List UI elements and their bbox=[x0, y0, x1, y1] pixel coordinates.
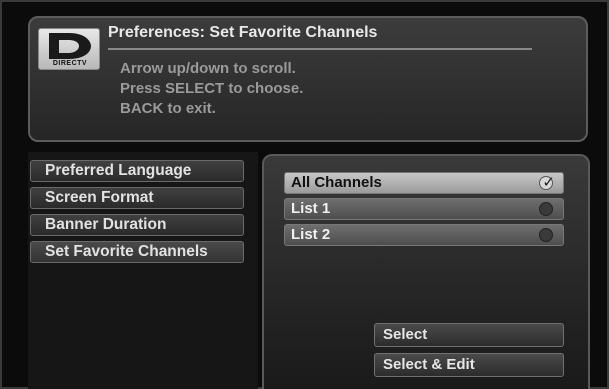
list-item-label: All Channels bbox=[291, 174, 382, 191]
list-item-list-2[interactable]: List 2 bbox=[284, 224, 564, 246]
list-item-label: List 2 bbox=[291, 226, 331, 243]
list-item-label: List 1 bbox=[291, 200, 331, 217]
menu-item-set-favorite-channels[interactable]: Set Favorite Channels bbox=[30, 241, 244, 263]
check-icon: ✓ bbox=[542, 174, 555, 191]
title-divider bbox=[108, 48, 532, 50]
directv-logo: DIRECTV bbox=[38, 28, 100, 70]
radio-icon bbox=[539, 228, 553, 242]
menu-item-screen-format[interactable]: Screen Format bbox=[30, 187, 244, 209]
header-panel: DIRECTV Preferences: Set Favorite Channe… bbox=[28, 16, 588, 142]
logo-text: DIRECTV bbox=[52, 60, 88, 67]
select-button[interactable]: Select bbox=[374, 323, 564, 347]
radio-icon bbox=[539, 202, 553, 216]
list-item-list-1[interactable]: List 1 bbox=[284, 198, 564, 220]
instruction-select: Press SELECT to choose. bbox=[120, 80, 304, 97]
menu-item-preferred-language[interactable]: Preferred Language bbox=[30, 160, 244, 182]
select-edit-button[interactable]: Select & Edit bbox=[374, 353, 564, 377]
list-item-all-channels[interactable]: All Channels ✓ bbox=[284, 172, 564, 194]
logo-d-icon bbox=[49, 33, 91, 59]
instruction-scroll: Arrow up/down to scroll. bbox=[120, 60, 296, 77]
menu-item-banner-duration[interactable]: Banner Duration bbox=[30, 214, 244, 236]
page-title: Preferences: Set Favorite Channels bbox=[108, 24, 378, 41]
instruction-back: BACK to exit. bbox=[120, 100, 216, 117]
